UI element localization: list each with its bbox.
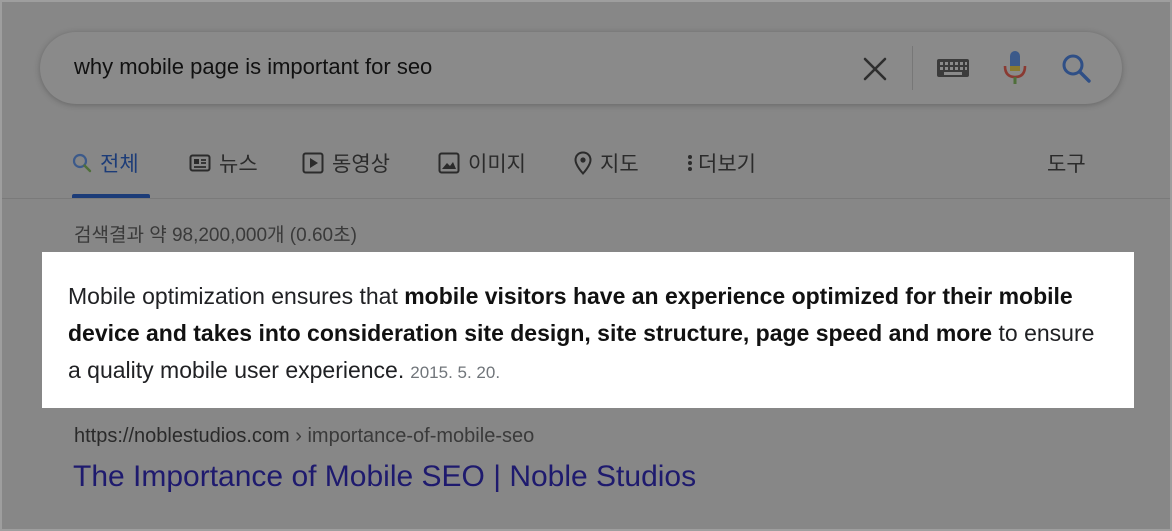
news-icon <box>189 154 211 172</box>
keyboard-icon[interactable] <box>936 56 970 80</box>
snippet-text: Mobile optimization ensures that mobile … <box>68 278 1108 391</box>
tab-all[interactable]: 전체 <box>72 148 139 178</box>
tab-images[interactable]: 이미지 <box>438 148 526 178</box>
tab-video[interactable]: 동영상 <box>302 148 390 178</box>
tab-maps[interactable]: 지도 <box>574 148 639 178</box>
tabs-divider <box>2 198 1170 199</box>
tab-label: 전체 <box>100 153 139 176</box>
result-breadcrumb: › importance-of-mobile-seo <box>289 425 535 447</box>
search-bar[interactable]: why mobile page is important for seo <box>40 32 1122 104</box>
snippet-date: 2015. 5. 20. <box>410 363 501 382</box>
result-domain: https://noblestudios.com <box>74 425 290 447</box>
tab-label: 뉴스 <box>219 153 258 176</box>
tab-label: 더보기 <box>698 153 756 176</box>
result-stats: 검색결과 약 98,200,000개 (0.60초) <box>74 225 357 246</box>
search-bar-divider <box>912 46 913 90</box>
featured-snippet: Mobile optimization ensures that mobile … <box>42 252 1134 408</box>
search-icon <box>72 153 92 173</box>
tools-button[interactable]: 도구 <box>1047 148 1086 178</box>
search-icon[interactable] <box>1060 52 1092 84</box>
close-icon[interactable] <box>860 54 890 84</box>
screenshot-frame: why mobile page is important for seo 전체 … <box>0 0 1172 531</box>
image-icon <box>438 152 460 174</box>
tab-label: 지도 <box>600 153 639 176</box>
tab-more[interactable]: 더보기 <box>686 148 756 178</box>
result-url[interactable]: https://noblestudios.com › importance-of… <box>74 425 534 448</box>
video-icon <box>302 152 324 174</box>
tab-label: 이미지 <box>468 153 526 176</box>
search-tabs: 전체 뉴스 동영상 이미지 지도 더보기 도구 <box>72 142 1122 198</box>
more-vert-icon <box>688 155 692 171</box>
tab-label: 동영상 <box>332 153 390 176</box>
search-input[interactable]: why mobile page is important for seo <box>74 54 432 80</box>
snippet-text-1: Mobile optimization ensures that <box>68 283 405 309</box>
result-title-link[interactable]: The Importance of Mobile SEO | Noble Stu… <box>73 460 696 494</box>
tab-news[interactable]: 뉴스 <box>189 148 258 178</box>
map-pin-icon <box>574 151 592 175</box>
mic-icon[interactable] <box>1002 50 1028 86</box>
